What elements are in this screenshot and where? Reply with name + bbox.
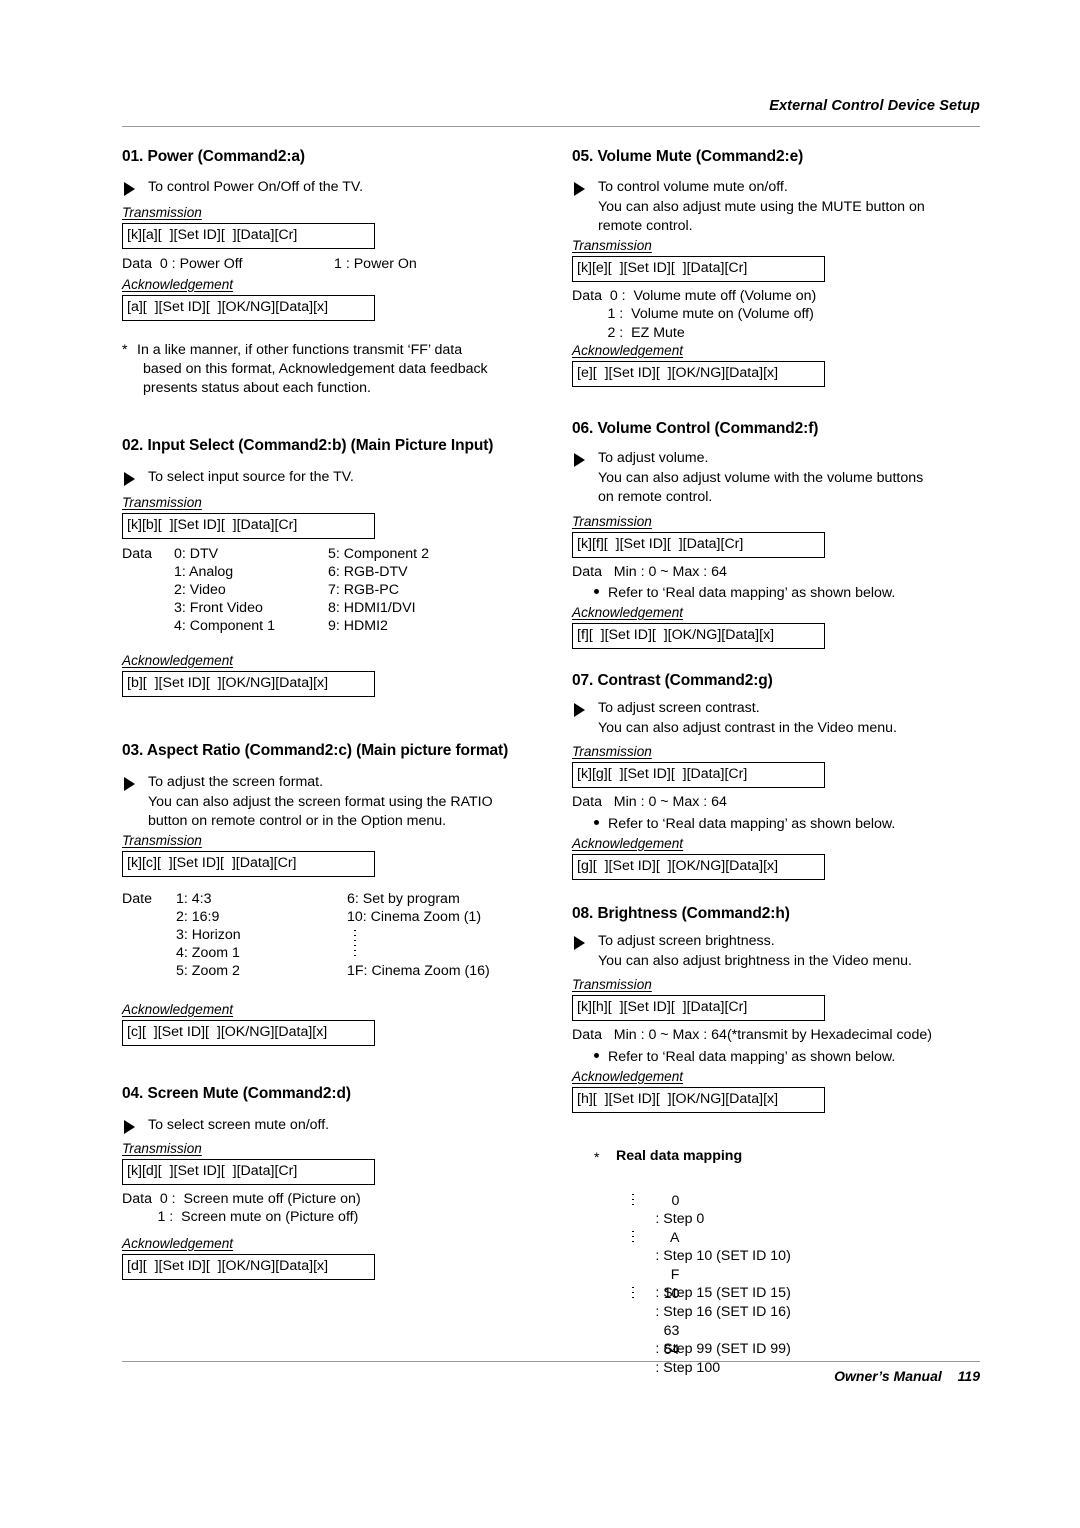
real-data-mapping: * Real data mapping 0 : Step 0 A : Step … — [594, 1148, 791, 1376]
triangle-bullet-icon — [124, 182, 135, 196]
section-01-acknowledgement-label: Acknowledgement — [122, 276, 234, 292]
section-06-transmission-label: Transmission — [572, 513, 652, 529]
section-02-description: To select input source for the TV. — [122, 468, 493, 488]
section-02-data-values: Data 0: DTV 1: Analog 2: Video 3: Front … — [122, 545, 429, 634]
section-07-description: To adjust screen contrast. You can also … — [572, 699, 897, 738]
section-03-acknowledgement-code: [c][ ][Set ID][ ][OK/NG][Data][x] — [122, 1019, 375, 1046]
page-number: 119 — [957, 1368, 980, 1384]
section-02-acknowledgement-code: [b][ ][Set ID][ ][OK/NG][Data][x] — [122, 670, 375, 697]
vertical-ellipsis-icon — [354, 929, 356, 960]
section-05-volume-mute: 05. Volume Mute (Command2:e) To control … — [572, 148, 925, 387]
section-03-data-values: Date 1: 4:3 2: 16:9 3: Horizon 4: Zoom 1… — [122, 890, 490, 979]
footer-manual-label: Owner’s Manual — [834, 1368, 942, 1384]
section-01-power: 01. Power (Command2:a) To control Power … — [122, 148, 488, 398]
section-04-description: To select screen mute on/off. — [122, 1116, 375, 1136]
section-07-refer-note: Refer to ‘Real data mapping’ as shown be… — [572, 815, 897, 833]
section-08-transmission-code: [k][h][ ][Set ID][ ][Data][Cr] — [572, 995, 825, 1021]
section-06-volume-control: 06. Volume Control (Command2:f) To adjus… — [572, 420, 923, 649]
section-04-screen-mute: 04. Screen Mute (Command2:d) To select s… — [122, 1085, 375, 1280]
section-05-acknowledgement-code: [e][ ][Set ID][ ][OK/NG][Data][x] — [572, 361, 825, 387]
section-01-acknowledgement-code: [a][ ][Set ID][ ][OK/NG][Data][x] — [122, 294, 375, 321]
section-08-acknowledgement-code: [h][ ][Set ID][ ][OK/NG][Data][x] — [572, 1086, 825, 1113]
real-data-mapping-list: 0 : Step 0 A : Step 10 (SET ID 10) F : S… — [616, 1173, 791, 1376]
section-06-acknowledgement-code: [f][ ][Set ID][ ][OK/NG][Data][x] — [572, 623, 825, 649]
section-01-transmission-label: Transmission — [122, 204, 202, 220]
section-03-transmission-label: Transmission — [122, 832, 202, 848]
bullet-dot-icon — [594, 1052, 599, 1058]
section-08-title: 08. Brightness (Command2:h) — [572, 905, 790, 922]
section-08-data-range: Data Min : 0 ~ Max : 64(*transmit by Hex… — [572, 1027, 932, 1043]
bullet-dot-icon — [594, 589, 599, 594]
triangle-bullet-icon — [124, 1120, 135, 1134]
vertical-ellipsis-icon — [632, 1194, 634, 1209]
section-07-acknowledgement-code: [g][ ][Set ID][ ][OK/NG][Data][x] — [572, 853, 825, 880]
footer: Owner’s Manual 119 — [122, 1368, 980, 1384]
section-04-acknowledgement-code: [d][ ][Set ID][ ][OK/NG][Data][x] — [122, 1253, 375, 1280]
section-02-transmission-code: [k][b][ ][Set ID][ ][Data][Cr] — [122, 512, 375, 539]
section-05-title: 05. Volume Mute (Command2:e) — [572, 148, 804, 165]
section-03-aspect-ratio: 03. Aspect Ratio (Command2:c) (Main pict… — [122, 742, 508, 1046]
section-01-footnote: * In a like manner, if other functions t… — [122, 341, 488, 396]
section-06-acknowledgement-label: Acknowledgement — [572, 605, 684, 620]
section-01-title: 01. Power (Command2:a) — [122, 148, 305, 165]
triangle-bullet-icon — [124, 777, 135, 791]
section-08-acknowledgement-label: Acknowledgement — [572, 1068, 684, 1084]
section-02-acknowledgement-label: Acknowledgement — [122, 652, 234, 668]
section-06-transmission-code: [k][f][ ][Set ID][ ][Data][Cr] — [572, 531, 825, 558]
section-02-transmission-label: Transmission — [122, 494, 202, 510]
section-08-description: To adjust screen brightness. You can als… — [572, 932, 932, 971]
triangle-bullet-icon — [574, 703, 585, 717]
section-06-title: 06. Volume Control (Command2:f) — [572, 420, 819, 437]
section-05-transmission-code: [k][e][ ][Set ID][ ][Data][Cr] — [572, 255, 825, 282]
section-04-acknowledgement-label: Acknowledgement — [122, 1235, 234, 1251]
triangle-bullet-icon — [574, 936, 585, 950]
section-03-acknowledgement-label: Acknowledgement — [122, 1001, 234, 1017]
section-07-acknowledgement-label: Acknowledgement — [572, 835, 684, 851]
section-03-title: 03. Aspect Ratio (Command2:c) (Main pict… — [122, 742, 509, 759]
footer-rule — [122, 1361, 980, 1362]
section-05-transmission-label: Transmission — [572, 237, 652, 253]
section-04-data-line-2: 1 : Screen mute on (Picture off) — [122, 1209, 359, 1225]
section-05-data-line-3: 2 : EZ Mute — [572, 324, 685, 341]
section-01-data-values: Data 0 : Power Off 1 : Power On — [122, 255, 417, 272]
section-05-description: To control volume mute on/off. You can a… — [572, 178, 925, 237]
section-06-description: To adjust volume. You can also adjust vo… — [572, 449, 923, 508]
section-05-data-line-1: Data 0 : Volume mute off (Volume on) — [572, 287, 817, 304]
section-05-data-line-2: 1 : Volume mute on (Volume off) — [572, 306, 814, 322]
header-rule — [122, 126, 980, 127]
bullet-dot-icon — [594, 819, 599, 825]
section-08-transmission-label: Transmission — [572, 977, 652, 992]
section-08-refer-note: Refer to ‘Real data mapping’ as shown be… — [572, 1048, 932, 1066]
section-01-transmission-code: [k][a][ ][Set ID][ ][Data][Cr] — [122, 222, 375, 249]
list-item: 64 : Step 100 — [655, 1341, 721, 1377]
asterisk-icon: * — [594, 1149, 600, 1165]
asterisk-icon: * — [122, 341, 128, 358]
section-06-refer-note: Refer to ‘Real data mapping’ as shown be… — [572, 584, 923, 602]
section-04-transmission-code: [k][d][ ][Set ID][ ][Data][Cr] — [122, 1158, 375, 1185]
manual-page: External Control Device Setup 01. Power … — [0, 0, 1080, 1528]
section-05-acknowledgement-label: Acknowledgement — [572, 343, 684, 358]
triangle-bullet-icon — [574, 453, 585, 467]
section-02-input-select: 02. Input Select (Command2:b) (Main Pict… — [122, 437, 493, 697]
section-01-description: To control Power On/Off of the TV. — [122, 178, 488, 198]
real-data-mapping-title: * Real data mapping — [594, 1148, 743, 1165]
section-07-transmission-code: [k][g][ ][Set ID][ ][Data][Cr] — [572, 762, 825, 788]
section-07-transmission-label: Transmission — [572, 744, 652, 759]
section-06-data-range: Data Min : 0 ~ Max : 64 — [572, 563, 727, 580]
vertical-ellipsis-icon — [632, 1287, 634, 1302]
section-07-title: 07. Contrast (Command2:g) — [572, 672, 773, 689]
triangle-bullet-icon — [574, 182, 585, 196]
section-04-data-line-1: Data 0 : Screen mute off (Picture on) — [122, 1190, 361, 1207]
running-head: External Control Device Setup — [769, 98, 980, 114]
section-04-title: 04. Screen Mute (Command2:d) — [122, 1085, 351, 1102]
vertical-ellipsis-icon — [632, 1231, 634, 1246]
section-07-data-range: Data Min : 0 ~ Max : 64 — [572, 794, 727, 810]
section-03-transmission-code: [k][c][ ][Set ID][ ][Data][Cr] — [122, 850, 375, 877]
section-04-transmission-label: Transmission — [122, 1140, 202, 1156]
section-03-description: To adjust the screen format. You can als… — [122, 773, 508, 832]
section-07-contrast: 07. Contrast (Command2:g) To adjust scre… — [572, 672, 897, 880]
section-08-brightness: 08. Brightness (Command2:h) To adjust sc… — [572, 905, 932, 1113]
triangle-bullet-icon — [124, 472, 135, 486]
section-02-title: 02. Input Select (Command2:b) (Main Pict… — [122, 437, 494, 454]
